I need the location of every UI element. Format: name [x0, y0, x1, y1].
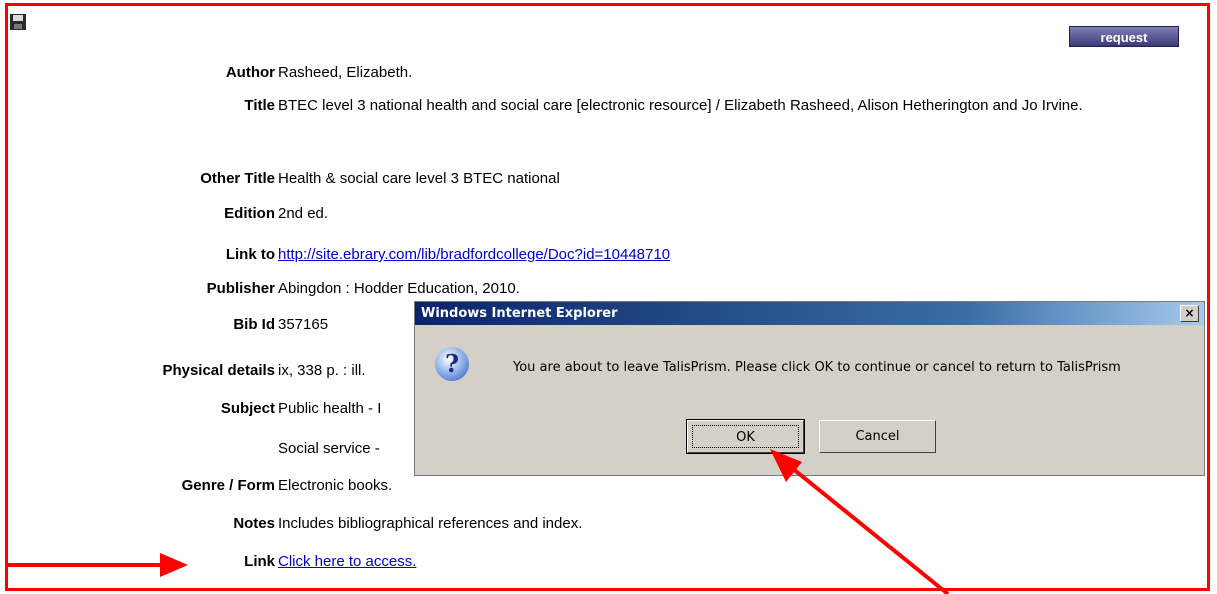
annotation-arrows: [5, 449, 950, 594]
arrow-to-link: [5, 553, 188, 577]
arrow-to-ok: [770, 449, 950, 594]
